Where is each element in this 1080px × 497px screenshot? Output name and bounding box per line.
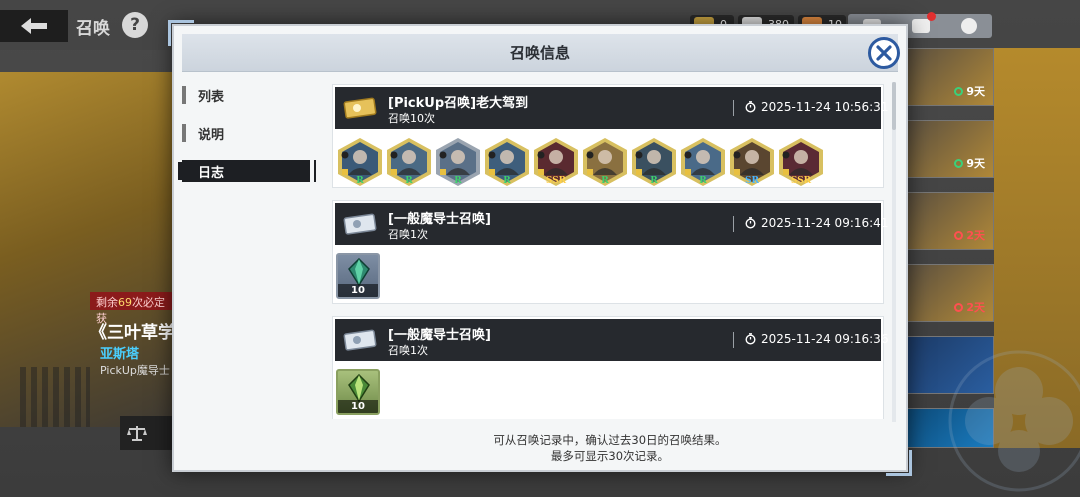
back-button[interactable] bbox=[0, 10, 68, 42]
banner-character: 亚斯塔 bbox=[100, 347, 140, 362]
settings-icon[interactable] bbox=[960, 18, 977, 34]
scale-icon bbox=[127, 426, 147, 441]
tab-list[interactable]: 列表 bbox=[182, 84, 318, 106]
banner-card-3[interactable]: 2天 bbox=[906, 192, 994, 250]
scrollbar-track[interactable] bbox=[892, 82, 896, 422]
banner-art bbox=[20, 367, 90, 427]
log-header: [PickUp召唤]老大驾到 召唤10次 2025-11-24 10:56:31 bbox=[335, 87, 888, 129]
character-result-card[interactable]: R bbox=[630, 137, 678, 187]
rarity-label: R bbox=[503, 176, 511, 186]
close-icon bbox=[876, 45, 892, 61]
rarity-label: R bbox=[454, 176, 462, 186]
clock-icon bbox=[954, 302, 964, 312]
gold-ticket-icon bbox=[343, 97, 377, 119]
log-header: [一般魔导士召唤] 召唤1次 2025-11-24 09:16:41 bbox=[335, 203, 888, 245]
page-title: 召唤 bbox=[76, 19, 110, 39]
silver-ticket-icon bbox=[343, 213, 377, 235]
character-result-card[interactable]: R bbox=[679, 137, 727, 187]
banner-card-4[interactable]: 2天 bbox=[906, 264, 994, 322]
character-result-card[interactable]: R bbox=[336, 137, 384, 187]
summon-results: 10 bbox=[333, 363, 883, 419]
dialog-nav: 列表 说明 日志 bbox=[178, 84, 318, 198]
banner-type: PickUp魔导士 bbox=[100, 364, 170, 377]
summon-name: [一般魔导士召唤] bbox=[388, 212, 491, 227]
summon-time: 2025-11-24 09:16:36 bbox=[745, 332, 888, 346]
summon-count: 召唤1次 bbox=[388, 228, 428, 241]
rarity-label: R bbox=[699, 176, 707, 186]
log-entry: [PickUp召唤]老大驾到 召唤10次 2025-11-24 10:56:31… bbox=[332, 84, 888, 188]
rarity-label: R bbox=[601, 176, 609, 186]
back-arrow-icon bbox=[21, 18, 47, 34]
crystal-icon bbox=[348, 374, 370, 402]
footer-note: 可从召唤记录中，确认过去30日的召唤结果。 最多可显示30次记录。 bbox=[493, 433, 727, 463]
dialog-header: 召唤信息 bbox=[182, 34, 898, 72]
log-list[interactable]: [PickUp召唤]老大驾到 召唤10次 2025-11-24 10:56:31… bbox=[332, 84, 888, 419]
summon-results: 10 bbox=[333, 247, 883, 303]
help-button[interactable]: ? bbox=[122, 12, 148, 38]
rarity-label: SR bbox=[745, 176, 759, 186]
summon-results: R R R R SSR R R R SR SSR bbox=[333, 131, 883, 187]
corner-decoration bbox=[886, 450, 912, 476]
close-button[interactable] bbox=[868, 37, 900, 69]
summon-name: [PickUp召唤]老大驾到 bbox=[388, 96, 529, 111]
character-result-card[interactable]: R bbox=[434, 137, 482, 187]
summon-count: 召唤10次 bbox=[388, 112, 435, 125]
notification-dot bbox=[926, 12, 936, 21]
character-result-card[interactable]: R bbox=[581, 137, 629, 187]
tab-description[interactable]: 说明 bbox=[182, 122, 318, 144]
clover-watermark bbox=[948, 350, 1080, 492]
log-header: [一般魔导士召唤] 召唤1次 2025-11-24 09:16:36 bbox=[335, 319, 888, 361]
clock-icon bbox=[954, 230, 964, 240]
rarity-label: R bbox=[356, 176, 364, 186]
character-result-card[interactable]: R bbox=[385, 137, 433, 187]
banner-name: 《三叶草学 bbox=[90, 323, 175, 343]
banner-card-1[interactable]: 9天 bbox=[906, 48, 994, 106]
tab-log[interactable]: 日志 bbox=[178, 160, 316, 182]
character-result-card[interactable]: SSR bbox=[777, 137, 825, 187]
scrollbar-thumb[interactable] bbox=[892, 82, 896, 130]
timer-icon bbox=[745, 101, 756, 113]
clock-icon bbox=[954, 158, 964, 168]
rarity-label: R bbox=[405, 176, 413, 186]
mana-crystal-item[interactable]: 10 bbox=[336, 369, 380, 415]
character-result-card[interactable]: SR bbox=[728, 137, 776, 187]
item-quantity: 10 bbox=[338, 400, 378, 413]
character-result-card[interactable]: R bbox=[483, 137, 531, 187]
character-result-card[interactable]: SSR bbox=[532, 137, 580, 187]
item-quantity: 10 bbox=[338, 284, 378, 297]
rarity-label: SSR bbox=[790, 176, 812, 186]
summon-count: 召唤1次 bbox=[388, 344, 428, 357]
pity-counter: 剩余69次必定获 bbox=[90, 292, 175, 325]
crystal-icon bbox=[348, 258, 370, 286]
silver-ticket-icon bbox=[343, 329, 377, 351]
dialog-title: 召唤信息 bbox=[509, 44, 570, 62]
clock-icon bbox=[954, 86, 964, 96]
rarity-label: SSR bbox=[545, 176, 567, 186]
chat-icon[interactable] bbox=[911, 12, 936, 33]
summon-name: [一般魔导士召唤] bbox=[388, 328, 491, 343]
timer-icon bbox=[745, 333, 756, 345]
banner-card-2[interactable]: 9天 bbox=[906, 120, 994, 178]
rarity-label: R bbox=[650, 176, 658, 186]
rates-button[interactable] bbox=[120, 416, 175, 450]
log-entry: [一般魔导士召唤] 召唤1次 2025-11-24 09:16:41 10 bbox=[332, 200, 888, 304]
summon-time: 2025-11-24 10:56:31 bbox=[745, 100, 888, 114]
mana-crystal-item[interactable]: 10 bbox=[336, 253, 380, 299]
timer-icon bbox=[745, 217, 756, 229]
summon-info-dialog: 召唤信息 列表 说明 日志 [PickUp召唤]老大驾到 召唤10次 2025-… bbox=[168, 20, 1080, 492]
summon-time: 2025-11-24 09:16:41 bbox=[745, 216, 888, 230]
log-entry: [一般魔导士召唤] 召唤1次 2025-11-24 09:16:36 10 bbox=[332, 316, 888, 419]
